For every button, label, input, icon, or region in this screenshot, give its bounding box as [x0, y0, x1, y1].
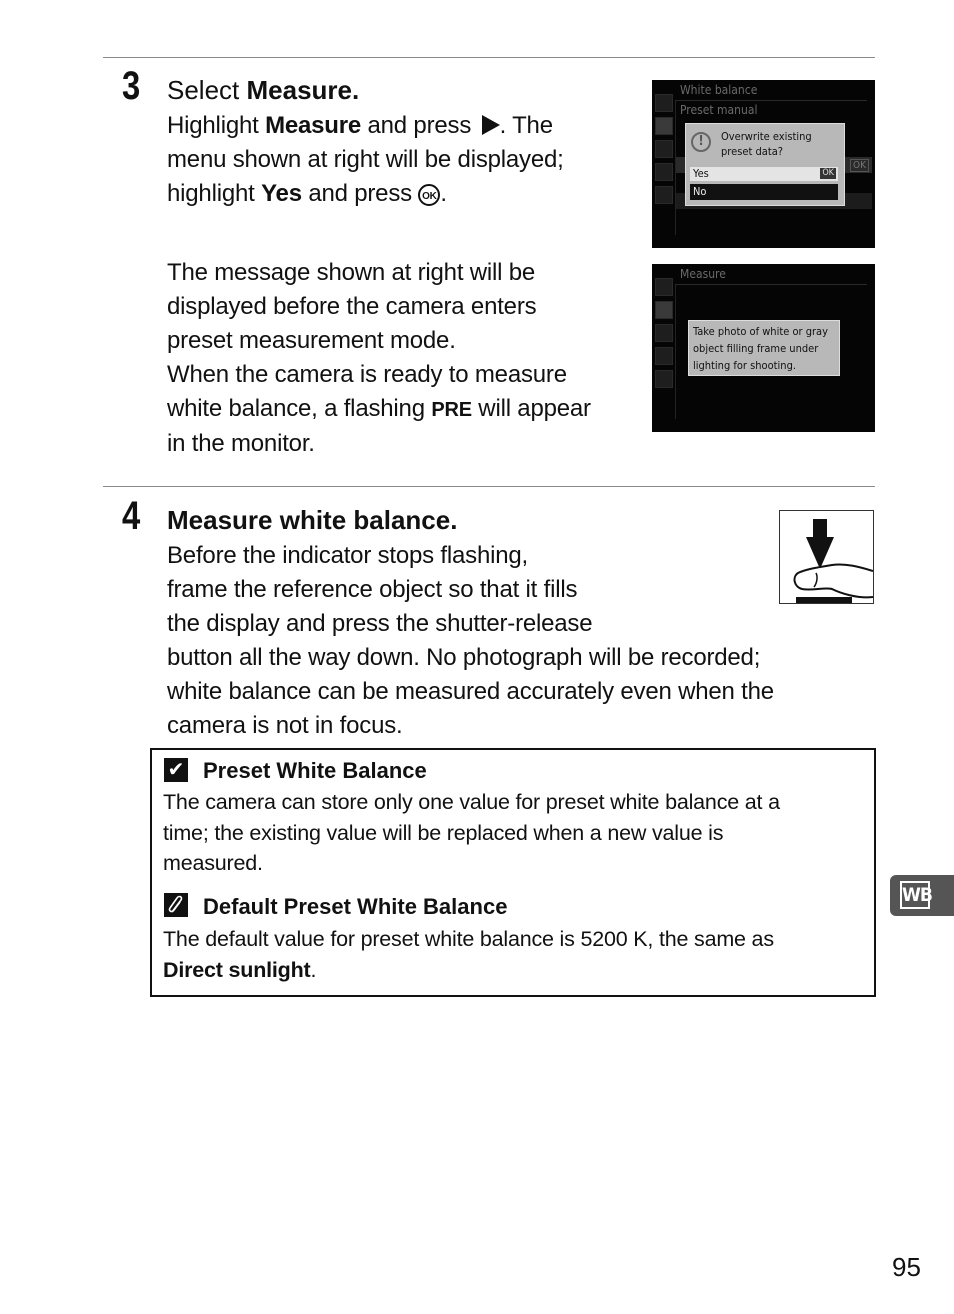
text: The default value for preset white balan… [163, 927, 774, 951]
my-menu-icon [655, 186, 673, 204]
right-arrow-button-icon [481, 115, 500, 135]
measure-notice: Take photo of white or gray object filli… [688, 320, 840, 376]
menu-title: Measure [680, 267, 726, 281]
camera-screen-overwrite-dialog: White balance Preset manual OK ! Overwri… [652, 80, 875, 248]
text: the display and press the shutter-releas… [167, 610, 593, 637]
divider [675, 100, 867, 101]
menu-sidebar [655, 94, 673, 209]
step-3-number: 3 [122, 64, 141, 108]
text: The camera can store only one value for … [163, 790, 780, 814]
text: . The [499, 112, 553, 139]
note-heading-preset-white-balance: Preset White Balance [203, 758, 427, 783]
retouch-menu-icon [655, 163, 673, 181]
text: white balance, a flashing [167, 395, 432, 422]
paperclip-glyph [168, 895, 183, 913]
text: will appear [471, 395, 591, 422]
step-4-instructions: Before the indicator stops flashing, fra… [167, 539, 867, 743]
text: Highlight [167, 112, 266, 139]
ok-button-icon: OK [418, 184, 441, 206]
step-3-title-prefix: Select [167, 75, 247, 105]
submenu-title: Preset manual [680, 103, 758, 117]
check-icon: ✔ [164, 758, 188, 782]
text: white balance can be measured accurately… [167, 678, 774, 705]
text: object filling frame under [693, 342, 819, 355]
step-3-title-bold: Measure [246, 75, 353, 105]
paperclip-icon [164, 893, 188, 917]
divider [675, 284, 676, 419]
text: and press [301, 180, 419, 207]
step-3-instructions: Highlight Measure and press . The menu s… [167, 109, 564, 211]
text: frame the reference object so that it fi… [167, 576, 578, 603]
text: The message shown at right will be [167, 259, 536, 286]
text: button all the way down. No photograph w… [167, 644, 761, 671]
text: lighting for shooting. [693, 359, 796, 372]
camera-screen-measure-notice: Measure Take photo of white or gray obje… [652, 264, 875, 432]
retouch-menu-icon [655, 347, 673, 365]
divider [675, 284, 867, 285]
shutter-press-illustration [779, 510, 874, 604]
text: and press [361, 112, 478, 139]
option-yes: Yes [261, 180, 302, 207]
pre-indicator: PRE [431, 399, 472, 421]
playback-menu-icon [655, 94, 673, 112]
option-yes[interactable]: Yes OK [690, 167, 838, 181]
setup-menu-icon [655, 324, 673, 342]
step-3-title-suffix: . [352, 75, 360, 105]
menu-item-measure: Measure [265, 112, 362, 139]
text: . [310, 957, 317, 982]
notes-box: ✔ Preset White Balance The camera can st… [150, 748, 876, 997]
shooting-menu-icon [655, 117, 673, 135]
background-ok-badge: OK [850, 159, 869, 172]
setup-menu-icon [655, 140, 673, 158]
step-4-title: Measure white balance. [167, 503, 457, 537]
text: displayed before the camera enters [167, 293, 537, 320]
shooting-menu-icon [655, 301, 673, 319]
text: Before the indicator stops flashing, [167, 542, 529, 569]
playback-menu-icon [655, 278, 673, 296]
dialog-message: Overwrite existing preset data? [721, 129, 812, 159]
wb-icon: WB [900, 881, 933, 909]
text: menu shown at right will be displayed; [167, 146, 564, 173]
step-3-title: Select Measure. [167, 73, 359, 107]
step-3-message-paragraph: The message shown at right will be displ… [167, 256, 591, 461]
text: . [440, 180, 447, 207]
step-4-number: 4 [122, 494, 141, 538]
text: measured. [163, 851, 263, 875]
overwrite-dialog: ! Overwrite existing preset data? Yes OK… [685, 123, 845, 206]
text: Take photo of white or gray [693, 325, 828, 338]
text: When the camera is ready to measure [167, 361, 567, 388]
option-yes-label: Yes [693, 167, 709, 180]
text: time; the existing value will be replace… [163, 820, 724, 845]
step-4-title-text: Measure white balance. [167, 505, 458, 535]
section-divider [103, 486, 875, 487]
note-body-default-preset: The default value for preset white balan… [163, 924, 863, 985]
menu-sidebar [655, 278, 673, 393]
text: preset data? [721, 145, 784, 158]
text: Overwrite existing [721, 130, 812, 143]
section-divider-top [103, 57, 875, 58]
text: highlight [167, 180, 262, 207]
menu-title: White balance [680, 83, 758, 97]
text: preset measurement mode. [167, 327, 456, 354]
ok-badge: OK [820, 168, 836, 179]
note-heading-default-preset: Default Preset White Balance [203, 894, 508, 919]
page-number: 95 [892, 1252, 921, 1282]
my-menu-icon [655, 370, 673, 388]
text: camera is not in focus. [167, 712, 403, 739]
text: in the monitor. [167, 430, 315, 457]
section-tab-white-balance: WB [890, 875, 954, 916]
finger-pressing-shutter-icon [793, 519, 874, 603]
option-no[interactable]: No [690, 184, 838, 200]
warning-icon: ! [691, 132, 711, 152]
setting-direct-sunlight: Direct sunlight [163, 957, 311, 982]
note-body-preset-white-balance: The camera can store only one value for … [163, 787, 863, 879]
